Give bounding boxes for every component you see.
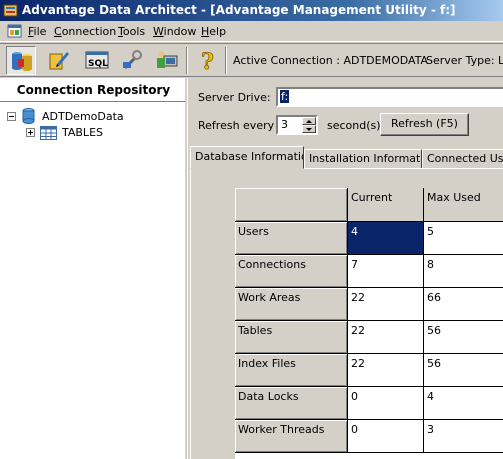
- grid-cell-current[interactable]: 7: [348, 255, 424, 288]
- tab-database-information[interactable]: Database Information: [190, 146, 304, 169]
- seconds-label: second(s): [327, 119, 381, 132]
- database-cylinders-icon: [12, 52, 32, 71]
- server-drive-input[interactable]: f:: [276, 87, 503, 107]
- menu-bar: File Connection Tools Window Help: [0, 21, 503, 42]
- grid-cell-max-used[interactable]: 66: [424, 288, 503, 321]
- column-header-current[interactable]: Current: [348, 188, 424, 222]
- window-title: Advantage Data Architect - [Advantage Ma…: [22, 3, 456, 17]
- svg-text:SQL: SQL: [88, 59, 108, 69]
- menu-window[interactable]: Window: [153, 25, 196, 38]
- column-header-max-used[interactable]: Max Used: [424, 188, 503, 222]
- refresh-interval-stepper[interactable]: 3: [276, 115, 318, 135]
- grid-cell-current[interactable]: 0: [348, 387, 424, 420]
- tree-item-tables[interactable]: TABLES: [0, 125, 187, 141]
- app-icon: [3, 4, 18, 17]
- expand-toggle-icon[interactable]: [26, 128, 35, 137]
- grid-cell-max-used[interactable]: 56: [424, 354, 503, 387]
- grid-cell-max-used[interactable]: 3: [424, 420, 503, 453]
- sql-icon: SQL: [85, 51, 109, 69]
- tab-installation-information[interactable]: Installation Information: [304, 149, 422, 169]
- spin-down-icon[interactable]: [302, 125, 316, 133]
- toolbar-separator: [225, 47, 227, 74]
- collapse-toggle-icon[interactable]: [7, 112, 16, 121]
- grid-cell-current[interactable]: 22: [348, 288, 424, 321]
- grid-cell-max-used[interactable]: 8: [424, 255, 503, 288]
- grid-cell-current[interactable]: 4: [348, 222, 424, 255]
- server-drive-label: Server Drive:: [198, 91, 271, 104]
- grid-cell-current[interactable]: 0: [348, 420, 424, 453]
- spin-up-icon[interactable]: [302, 117, 316, 125]
- grid-cell-max-used[interactable]: 5: [424, 222, 503, 255]
- grid-cell-max-used[interactable]: 4: [424, 387, 503, 420]
- database-info-grid[interactable]: Current Max Used Users 4 5 Connections 7…: [235, 188, 503, 459]
- row-header: Worker Threads: [235, 420, 348, 453]
- pencil-book-icon: [49, 52, 69, 70]
- grid-cell-current[interactable]: 22: [348, 354, 424, 387]
- menu-help[interactable]: Help: [201, 25, 226, 38]
- row-header: Index Files: [235, 354, 348, 387]
- tools-button[interactable]: [118, 46, 148, 75]
- help-button[interactable]: ?: [193, 46, 223, 75]
- document-window-icon[interactable]: [7, 24, 23, 39]
- question-mark-icon: ?: [201, 49, 215, 72]
- divider: [0, 101, 185, 103]
- database-icon: [22, 108, 35, 124]
- tree-label: ADTDemoData: [42, 110, 124, 123]
- toolbar-separator: [186, 47, 188, 74]
- management-utility-button[interactable]: [152, 46, 182, 75]
- connection-repository-button[interactable]: [6, 46, 36, 75]
- grid-cell-max-used[interactable]: 56: [424, 321, 503, 354]
- table-icon: [40, 126, 57, 140]
- row-header: Tables: [235, 321, 348, 354]
- title-bar[interactable]: Advantage Data Architect - [Advantage Ma…: [0, 0, 503, 21]
- row-header: Users: [235, 222, 348, 255]
- tab-connected-users[interactable]: Connected Users: [422, 149, 503, 169]
- sql-utility-button[interactable]: SQL: [82, 46, 112, 75]
- toolbar: SQL ? Active Connection : ADTDEMODATA Se…: [0, 43, 503, 77]
- refresh-every-label: Refresh every: [198, 119, 275, 132]
- server-type-status: Server Type: LO: [426, 54, 503, 67]
- menu-connection[interactable]: Connection: [54, 25, 116, 38]
- svg-text:?: ?: [201, 49, 214, 72]
- management-utility-panel: Server Drive: f: Refresh every 3 second(…: [190, 78, 503, 459]
- grid-corner-header: [235, 188, 348, 222]
- server-drive-value: f:: [280, 90, 290, 103]
- monitor-user-icon: [157, 51, 178, 68]
- row-header: Work Areas: [235, 288, 348, 321]
- row-header: Connections: [235, 255, 348, 288]
- grid-cell-current[interactable]: 22: [348, 321, 424, 354]
- repository-title: Connection Repository: [16, 83, 171, 97]
- edit-dictionary-button[interactable]: [44, 46, 74, 75]
- connection-repository-panel: Connection Repository ADTDemoData TABLES: [0, 78, 187, 459]
- tree-label: TABLES: [62, 126, 103, 139]
- menu-tools[interactable]: Tools: [118, 25, 145, 38]
- refresh-interval-value: 3: [281, 118, 288, 131]
- menu-file[interactable]: File: [28, 25, 46, 38]
- row-header: Data Locks: [235, 387, 348, 420]
- active-connection-status: Active Connection : ADTDEMODATA: [233, 54, 429, 67]
- refresh-button[interactable]: Refresh (F5): [380, 113, 469, 136]
- tree-item-adtdemodata[interactable]: ADTDemoData: [0, 108, 187, 124]
- wrench-icon: [123, 50, 142, 70]
